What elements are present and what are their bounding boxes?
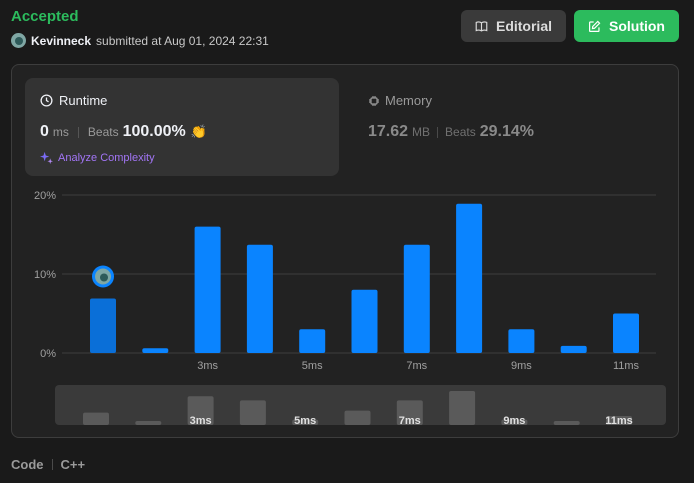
overview-bar — [83, 412, 109, 425]
chart-bar[interactable] — [142, 348, 169, 353]
chart-bar[interactable] — [90, 298, 116, 353]
chart-bar[interactable] — [560, 345, 587, 353]
overview-bar — [449, 390, 476, 425]
username-link[interactable]: Kevinneck — [31, 34, 91, 48]
avatar[interactable] — [11, 33, 26, 48]
editorial-label: Editorial — [495, 18, 552, 34]
status-label: Accepted — [11, 8, 79, 25]
x-tick-label: 9ms — [511, 360, 532, 372]
x-tick-label: 11ms — [613, 360, 640, 372]
solution-label: Solution — [609, 18, 665, 34]
overview-tick-label: 7ms — [399, 415, 421, 425]
overview-tick-label: 5ms — [294, 415, 316, 425]
runtime-distribution-chart[interactable]: 0% 10% 20% 3ms 5ms 7ms 9ms 11ms — [12, 65, 680, 439]
chart-bar[interactable] — [351, 289, 378, 353]
edit-icon — [589, 20, 601, 32]
overview-tick-label: 11ms — [605, 415, 633, 425]
results-panel: Runtime 0 ms Beats 100.00% 👏 Analyze Com… — [11, 64, 679, 438]
x-tick-label: 5ms — [302, 360, 323, 372]
chart-bar[interactable] — [403, 244, 430, 353]
chart-bar[interactable] — [194, 226, 221, 353]
overview-bar — [239, 400, 266, 425]
overview-bar — [344, 410, 371, 425]
y-tick-label: 0% — [40, 348, 56, 360]
solution-button[interactable]: Solution — [574, 10, 679, 42]
book-icon — [475, 20, 488, 32]
chart-bar[interactable] — [456, 203, 483, 353]
chart-overview: 3ms 5ms 7ms 9ms 11ms — [83, 390, 633, 425]
overview-tick-label: 9ms — [503, 415, 525, 425]
x-tick-label: 7ms — [406, 360, 427, 372]
submission-info: Kevinneck submitted at Aug 01, 2024 22:3… — [11, 33, 269, 48]
y-tick-label: 20% — [34, 190, 56, 202]
chart-bar[interactable] — [246, 244, 273, 353]
chart-bar[interactable] — [299, 329, 326, 353]
x-tick-label: 3ms — [197, 360, 218, 372]
code-section-header: Code C++ — [11, 457, 85, 472]
submitted-time: submitted at Aug 01, 2024 22:31 — [96, 33, 269, 48]
editorial-button[interactable]: Editorial — [461, 10, 566, 42]
chart-range-slider[interactable]: 3ms 5ms 7ms 9ms 11ms — [55, 385, 666, 425]
overview-bar — [553, 421, 580, 425]
code-label: Code — [11, 457, 44, 472]
language-label[interactable]: C++ — [61, 457, 86, 472]
divider — [51, 459, 53, 470]
chart-bar[interactable] — [613, 313, 639, 354]
avatar-inner — [100, 273, 108, 282]
y-tick-label: 10% — [34, 269, 56, 281]
overview-bar — [135, 421, 162, 425]
chart-bar[interactable] — [508, 329, 535, 353]
overview-tick-label: 3ms — [190, 415, 212, 425]
